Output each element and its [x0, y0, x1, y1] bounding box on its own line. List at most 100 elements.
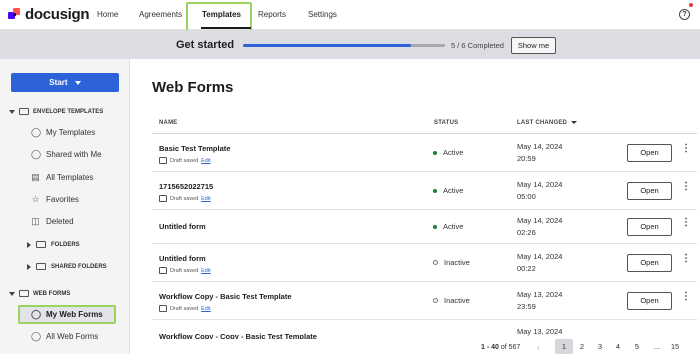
sidebar-item-label: My Templates [46, 128, 96, 137]
table-row[interactable]: Untitled form Active May 14, 2024 02:26 Open… [152, 210, 697, 244]
inactive-dot-icon [433, 298, 438, 303]
nav-templates[interactable]: Templates [202, 10, 241, 19]
form-name[interactable]: Workflow Copy - Basic Test Template [159, 292, 292, 301]
form-name[interactable]: Untitled form [159, 254, 206, 263]
nav-agreements[interactable]: Agreements [139, 10, 182, 19]
get-started-title: Get started [176, 39, 235, 51]
page-number[interactable]: 5 [628, 339, 646, 354]
start-button[interactable]: Start [11, 73, 119, 92]
nav-settings[interactable]: Settings [308, 10, 337, 19]
web-form-icon [19, 290, 29, 297]
column-header-name[interactable]: NAME [159, 120, 177, 126]
last-changed: May 14, 2024 05:00 [517, 179, 562, 203]
form-name[interactable]: 1715652022715 [159, 182, 213, 191]
open-button[interactable]: Open [627, 144, 672, 162]
nav-home[interactable]: Home [97, 10, 118, 19]
docusign-logo[interactable]: docusign [8, 7, 90, 23]
page-number[interactable]: 15 [666, 339, 684, 354]
list-icon: ▤ [31, 172, 40, 182]
status-indicator: Active [433, 186, 463, 195]
last-changed-date: May 13, 2024 [517, 290, 563, 299]
page-number[interactable]: 3 [591, 339, 609, 354]
caret-right-icon [27, 263, 31, 270]
status-label: Active [443, 148, 464, 157]
last-changed-time: 02:26 [517, 228, 536, 237]
status-indicator: Active [433, 222, 463, 231]
sidebar-item-all-web-forms[interactable]: ◯ All Web Forms [31, 332, 99, 342]
edit-link[interactable]: Edit [201, 306, 210, 312]
draft-saved-text: Draft saved [170, 267, 199, 274]
envelope-templates-section[interactable]: ENVELOPE TEMPLATES [9, 108, 103, 115]
more-options-icon[interactable]: ⋮ [681, 218, 691, 228]
sidebar-item-deleted[interactable]: ◫ Deleted [31, 217, 74, 227]
more-options-icon[interactable]: ⋮ [681, 182, 691, 192]
nav-reports[interactable]: Reports [258, 10, 286, 19]
open-button[interactable]: Open [627, 254, 672, 272]
sort-down-icon [571, 120, 578, 124]
sidebar-item-my-web-forms[interactable]: ◯ My Web Forms [31, 309, 103, 320]
column-header-last-changed[interactable]: LAST CHANGED [517, 120, 578, 126]
more-options-icon[interactable]: ⋮ [681, 254, 691, 264]
web-forms-label: WEB FORMS [33, 290, 71, 297]
table-row[interactable]: Workflow Copy - Basic Test Template Draft… [152, 282, 697, 320]
draft-icon [159, 195, 167, 202]
sidebar-shared-folders[interactable]: SHARED FOLDERS [27, 263, 107, 270]
last-changed: May 14, 2024 20:59 [517, 141, 562, 165]
table-row[interactable]: 1715652022715 Draft saved Edit Active May 14… [152, 172, 697, 210]
status-label: Inactive [444, 296, 470, 305]
sidebar-item-favorites[interactable]: ☆ Favorites [31, 195, 78, 205]
open-button[interactable]: Open [627, 292, 672, 310]
last-changed-time: 23:59 [517, 302, 536, 311]
show-me-button[interactable]: Show me [511, 37, 556, 54]
pagination-range: 1 - 40 of 567 [481, 344, 520, 351]
form-name[interactable]: Basic Test Template [159, 144, 230, 153]
last-changed: May 14, 2024 02:26 [517, 215, 562, 239]
open-button[interactable]: Open [627, 182, 672, 200]
pagination: 1 - 40 of 567 ‹ 1 2 3 4 5... 15 [130, 339, 700, 354]
sidebar-item-all-templates[interactable]: ▤ All Templates [31, 172, 93, 183]
last-changed: May 13, 2024 [517, 326, 562, 338]
notification-dot-icon [689, 3, 693, 7]
table-row[interactable]: Untitled form Draft saved Edit Inactive May … [152, 244, 697, 282]
status-label: Active [443, 186, 464, 195]
sidebar-folders[interactable]: FOLDERS [27, 241, 80, 248]
folder-icon [36, 241, 46, 248]
more-options-icon[interactable]: ⋮ [681, 144, 691, 154]
person-icon: ◯ [31, 309, 42, 319]
table-row[interactable]: Workflow Copy - Copy - Basic Test Templa… [152, 320, 697, 341]
page-ellipsis: ... [653, 342, 661, 351]
status-indicator: Active [433, 148, 463, 157]
page-number[interactable]: 1 [555, 339, 573, 354]
sidebar-item-label: All Web Forms [46, 332, 99, 341]
web-forms-section[interactable]: WEB FORMS [9, 290, 70, 297]
form-name[interactable]: Untitled form [159, 222, 206, 231]
previous-page-icon[interactable]: ‹ [537, 343, 540, 352]
draft-status: Draft saved Edit [159, 305, 211, 312]
table-row[interactable]: Basic Test Template Draft saved Edit Active… [152, 134, 697, 172]
page-number[interactable]: 2 [573, 339, 591, 354]
sidebar-item-label: Deleted [46, 217, 74, 226]
last-changed-time: 20:59 [517, 154, 536, 163]
person-icon: ◯ [31, 127, 42, 137]
draft-icon [159, 267, 167, 274]
pagination-total: of 567 [500, 344, 521, 351]
sidebar-item-shared-with-me[interactable]: ◯ Shared with Me [31, 150, 102, 160]
column-header-last-changed-label: LAST CHANGED [517, 120, 568, 126]
draft-icon [159, 157, 167, 164]
open-button[interactable]: Open [627, 218, 672, 236]
active-dot-icon [433, 188, 437, 193]
sidebar-item-my-templates[interactable]: ◯ My Templates [31, 127, 96, 138]
status-indicator: Inactive [433, 296, 470, 305]
edit-link[interactable]: Edit [201, 196, 210, 202]
last-changed-date: May 13, 2024 [517, 327, 563, 336]
sidebar-item-label: Shared with Me [46, 150, 102, 159]
folder-icon [36, 263, 46, 270]
page-number[interactable]: 4 [609, 339, 627, 354]
column-header-status[interactable]: STATUS [434, 120, 458, 126]
caret-down-icon [9, 291, 15, 296]
last-changed-time: 05:00 [517, 192, 536, 201]
more-options-icon[interactable]: ⋮ [681, 292, 691, 302]
help-icon[interactable]: ? [679, 9, 690, 20]
edit-link[interactable]: Edit [201, 158, 210, 164]
edit-link[interactable]: Edit [201, 268, 210, 274]
